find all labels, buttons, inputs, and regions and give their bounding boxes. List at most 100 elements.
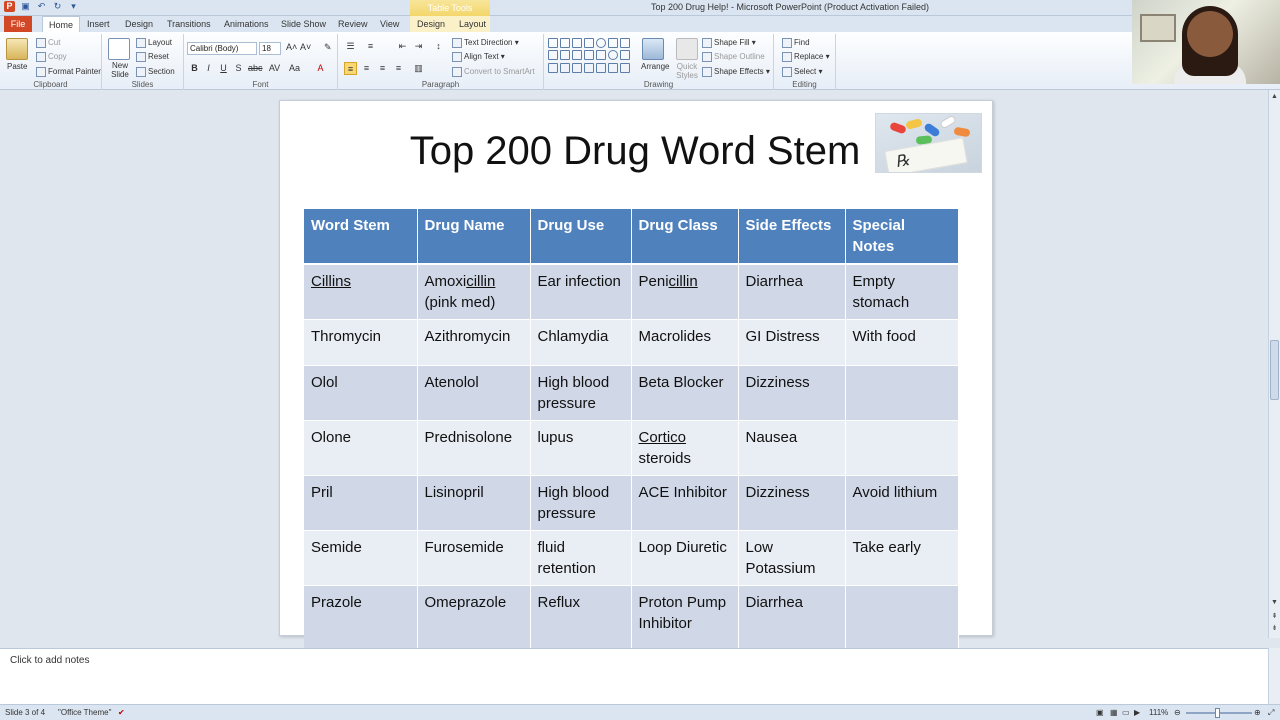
- tab-insert[interactable]: Insert: [81, 16, 116, 32]
- convert-smartart-button[interactable]: Convert to SmartArt: [452, 67, 535, 77]
- strikethrough-icon[interactable]: abc: [248, 62, 263, 75]
- tab-review[interactable]: Review: [332, 16, 374, 32]
- pills-prescription-image[interactable]: ℞: [875, 113, 982, 173]
- tab-file[interactable]: File: [4, 16, 32, 32]
- text-shadow-icon[interactable]: S: [232, 62, 245, 75]
- table-cell[interactable]: Low Potassium: [738, 530, 846, 586]
- tab-table-layout[interactable]: Layout: [453, 16, 492, 32]
- change-case-icon[interactable]: Aa: [288, 62, 301, 75]
- tab-slide-show[interactable]: Slide Show: [275, 16, 332, 32]
- format-painter-button[interactable]: Format Painter: [36, 67, 101, 77]
- paste-button[interactable]: Paste: [7, 62, 27, 71]
- table-cell[interactable]: Pril: [304, 475, 418, 531]
- zoom-slider-handle[interactable]: [1215, 708, 1220, 718]
- numbering-icon[interactable]: ≡: [364, 40, 377, 53]
- scroll-thumb[interactable]: [1270, 340, 1279, 400]
- zoom-out-icon[interactable]: ⊖: [1174, 708, 1181, 717]
- table-cell[interactable]: ACE Inhibitor: [631, 475, 739, 531]
- reset-button[interactable]: Reset: [136, 52, 169, 62]
- table-cell[interactable]: lupus: [530, 420, 632, 476]
- header-special-notes[interactable]: Special Notes: [845, 209, 959, 264]
- table-cell[interactable]: Olone: [304, 420, 418, 476]
- slide-sorter-icon[interactable]: ▦: [1110, 708, 1118, 717]
- table-cell[interactable]: Penicillin: [631, 263, 739, 320]
- table-cell[interactable]: GI Distress: [738, 319, 846, 366]
- notes-scrollbar[interactable]: [1268, 648, 1280, 704]
- character-spacing-icon[interactable]: AV: [268, 62, 281, 75]
- quick-styles-icon[interactable]: [676, 38, 698, 60]
- table-cell[interactable]: Olol: [304, 365, 418, 421]
- table-cell[interactable]: Cortico steroids: [631, 420, 739, 476]
- underline-icon[interactable]: U: [217, 62, 230, 75]
- table-cell[interactable]: Lisinopril: [417, 475, 531, 531]
- zoom-level[interactable]: 111%: [1149, 708, 1168, 717]
- next-slide-icon[interactable]: ⇟: [1270, 624, 1279, 633]
- table-cell[interactable]: Ear infection: [530, 263, 632, 320]
- table-cell[interactable]: Furosemide: [417, 530, 531, 586]
- table-cell[interactable]: High blood pressure: [530, 475, 632, 531]
- header-drug-class[interactable]: Drug Class: [631, 209, 739, 264]
- drug-table[interactable]: Word Stem Drug Name Drug Use Drug Class …: [304, 209, 959, 658]
- columns-icon[interactable]: ▥: [412, 62, 425, 75]
- spellcheck-icon[interactable]: ✔: [118, 708, 125, 717]
- table-cell[interactable]: With food: [845, 319, 959, 366]
- italic-icon[interactable]: I: [202, 62, 215, 75]
- header-drug-name[interactable]: Drug Name: [417, 209, 531, 264]
- tab-animations[interactable]: Animations: [218, 16, 275, 32]
- table-cell[interactable]: Dizziness: [738, 365, 846, 421]
- table-cell[interactable]: Cillins: [304, 263, 418, 320]
- layout-button[interactable]: Layout: [136, 38, 172, 48]
- table-cell[interactable]: Proton Pump Inhibitor: [631, 585, 739, 658]
- normal-view-icon[interactable]: ▣: [1096, 708, 1104, 717]
- bullets-icon[interactable]: ☰: [344, 40, 357, 53]
- table-cell[interactable]: Diarrhea: [738, 263, 846, 320]
- table-cell[interactable]: Empty stomach: [845, 263, 959, 320]
- scroll-up-icon[interactable]: ▲: [1270, 92, 1279, 101]
- scroll-down-icon[interactable]: ▼: [1270, 598, 1279, 607]
- new-slide-button[interactable]: New Slide: [107, 61, 133, 79]
- font-family-dropdown[interactable]: Calibri (Body): [187, 42, 257, 55]
- notes-pane[interactable]: Click to add notes: [0, 648, 1268, 704]
- table-cell[interactable]: Azithromycin: [417, 319, 531, 366]
- table-cell[interactable]: Nausea: [738, 420, 846, 476]
- shape-fill-button[interactable]: Shape Fill ▾: [702, 38, 756, 48]
- grow-font-icon[interactable]: A˄: [286, 42, 297, 52]
- table-cell[interactable]: Take early: [845, 530, 959, 586]
- slideshow-view-icon[interactable]: ▶: [1134, 708, 1140, 717]
- font-color-icon[interactable]: A: [314, 62, 327, 75]
- paste-icon[interactable]: [6, 38, 28, 60]
- table-cell[interactable]: Loop Diuretic: [631, 530, 739, 586]
- previous-slide-icon[interactable]: ⇞: [1270, 612, 1279, 621]
- justify-icon[interactable]: ≡: [392, 62, 405, 75]
- table-cell[interactable]: Amoxicillin (pink med): [417, 263, 531, 320]
- header-drug-use[interactable]: Drug Use: [530, 209, 632, 264]
- table-cell[interactable]: Macrolides: [631, 319, 739, 366]
- table-cell[interactable]: Reflux: [530, 585, 632, 658]
- tab-view[interactable]: View: [374, 16, 405, 32]
- line-spacing-icon[interactable]: ↕: [432, 40, 445, 53]
- reading-view-icon[interactable]: ▭: [1122, 708, 1130, 717]
- table-cell[interactable]: Atenolol: [417, 365, 531, 421]
- table-cell[interactable]: [845, 365, 959, 421]
- align-right-icon[interactable]: ≡: [376, 62, 389, 75]
- table-cell[interactable]: Dizziness: [738, 475, 846, 531]
- tab-transitions[interactable]: Transitions: [161, 16, 217, 32]
- replace-button[interactable]: Replace ▾: [782, 52, 830, 62]
- table-cell[interactable]: Prednisolone: [417, 420, 531, 476]
- slide-canvas[interactable]: Top 200 Drug Word Stem ℞ Word Stem Drug …: [279, 100, 993, 658]
- fit-to-window-icon[interactable]: ⤢: [1268, 708, 1274, 718]
- table-cell[interactable]: Beta Blocker: [631, 365, 739, 421]
- select-button[interactable]: Select ▾: [782, 67, 822, 77]
- table-cell[interactable]: Semide: [304, 530, 418, 586]
- tab-table-design[interactable]: Design: [411, 16, 451, 32]
- align-left-icon[interactable]: ≡: [344, 62, 357, 75]
- new-slide-icon[interactable]: [108, 38, 130, 60]
- clear-formatting-icon[interactable]: ✎: [324, 42, 332, 53]
- table-cell[interactable]: [845, 585, 959, 658]
- cut-button[interactable]: Cut: [36, 38, 60, 48]
- arrange-button[interactable]: Arrange: [641, 62, 669, 71]
- align-center-icon[interactable]: ≡: [360, 62, 373, 75]
- shape-outline-button[interactable]: Shape Outline: [702, 52, 765, 62]
- arrange-icon[interactable]: [642, 38, 664, 60]
- align-text-button[interactable]: Align Text ▾: [452, 52, 505, 62]
